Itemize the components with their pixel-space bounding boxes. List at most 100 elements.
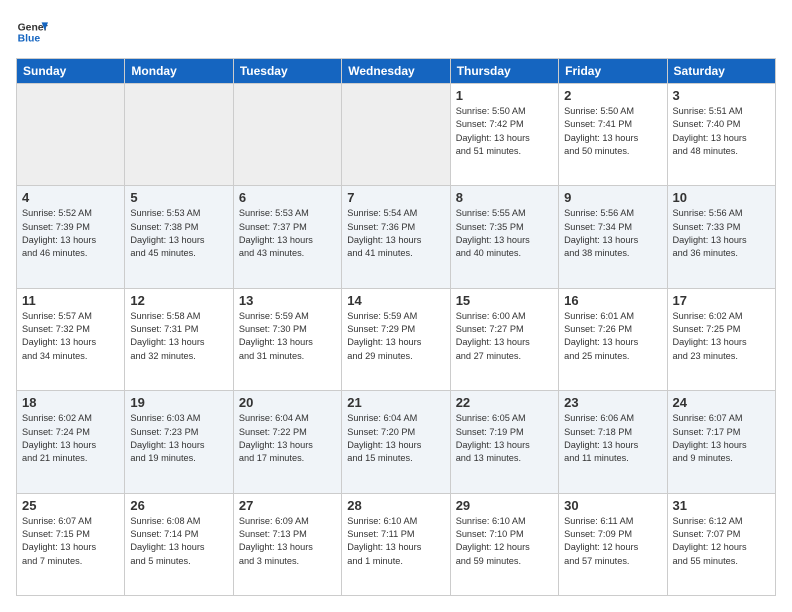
day-info: Sunrise: 5:54 AMSunset: 7:36 PMDaylight:…: [347, 207, 444, 260]
calendar-cell: [17, 84, 125, 186]
calendar-cell: 7 Sunrise: 5:54 AMSunset: 7:36 PMDaylight…: [342, 186, 450, 288]
day-number: 10: [673, 190, 770, 205]
day-header-thursday: Thursday: [450, 59, 558, 84]
day-number: 14: [347, 293, 444, 308]
day-number: 29: [456, 498, 553, 513]
calendar-cell: 24 Sunrise: 6:07 AMSunset: 7:17 PMDayligh…: [667, 391, 775, 493]
day-number: 13: [239, 293, 336, 308]
calendar-cell: 13 Sunrise: 5:59 AMSunset: 7:30 PMDayligh…: [233, 288, 341, 390]
calendar-cell: 27 Sunrise: 6:09 AMSunset: 7:13 PMDayligh…: [233, 493, 341, 595]
calendar-week-5: 25 Sunrise: 6:07 AMSunset: 7:15 PMDayligh…: [17, 493, 776, 595]
day-header-wednesday: Wednesday: [342, 59, 450, 84]
day-number: 16: [564, 293, 661, 308]
day-header-tuesday: Tuesday: [233, 59, 341, 84]
day-number: 24: [673, 395, 770, 410]
day-info: Sunrise: 5:56 AMSunset: 7:33 PMDaylight:…: [673, 207, 770, 260]
calendar-header-row: SundayMondayTuesdayWednesdayThursdayFrid…: [17, 59, 776, 84]
day-header-sunday: Sunday: [17, 59, 125, 84]
calendar-cell: 28 Sunrise: 6:10 AMSunset: 7:11 PMDayligh…: [342, 493, 450, 595]
calendar-cell: [125, 84, 233, 186]
calendar-cell: 2 Sunrise: 5:50 AMSunset: 7:41 PMDaylight…: [559, 84, 667, 186]
day-info: Sunrise: 6:01 AMSunset: 7:26 PMDaylight:…: [564, 310, 661, 363]
calendar-cell: 21 Sunrise: 6:04 AMSunset: 7:20 PMDayligh…: [342, 391, 450, 493]
day-header-saturday: Saturday: [667, 59, 775, 84]
day-info: Sunrise: 6:02 AMSunset: 7:25 PMDaylight:…: [673, 310, 770, 363]
day-number: 5: [130, 190, 227, 205]
day-header-monday: Monday: [125, 59, 233, 84]
day-info: Sunrise: 6:00 AMSunset: 7:27 PMDaylight:…: [456, 310, 553, 363]
day-number: 22: [456, 395, 553, 410]
calendar-cell: 20 Sunrise: 6:04 AMSunset: 7:22 PMDayligh…: [233, 391, 341, 493]
day-info: Sunrise: 5:58 AMSunset: 7:31 PMDaylight:…: [130, 310, 227, 363]
day-number: 21: [347, 395, 444, 410]
day-number: 4: [22, 190, 119, 205]
day-info: Sunrise: 6:09 AMSunset: 7:13 PMDaylight:…: [239, 515, 336, 568]
calendar-week-1: 1 Sunrise: 5:50 AMSunset: 7:42 PMDaylight…: [17, 84, 776, 186]
day-info: Sunrise: 5:57 AMSunset: 7:32 PMDaylight:…: [22, 310, 119, 363]
calendar-cell: 30Sunrise: 6:11 AMSunset: 7:09 PMDayligh…: [559, 493, 667, 595]
logo: General Blue: [16, 16, 48, 48]
day-number: 15: [456, 293, 553, 308]
calendar-cell: 11 Sunrise: 5:57 AMSunset: 7:32 PMDayligh…: [17, 288, 125, 390]
day-info: Sunrise: 6:05 AMSunset: 7:19 PMDaylight:…: [456, 412, 553, 465]
calendar-week-3: 11 Sunrise: 5:57 AMSunset: 7:32 PMDayligh…: [17, 288, 776, 390]
day-info: Sunrise: 6:10 AMSunset: 7:11 PMDaylight:…: [347, 515, 444, 568]
day-info: Sunrise: 5:50 AMSunset: 7:41 PMDaylight:…: [564, 105, 661, 158]
day-number: 28: [347, 498, 444, 513]
calendar-cell: 8 Sunrise: 5:55 AMSunset: 7:35 PMDaylight…: [450, 186, 558, 288]
day-info: Sunrise: 6:03 AMSunset: 7:23 PMDaylight:…: [130, 412, 227, 465]
calendar-cell: 22 Sunrise: 6:05 AMSunset: 7:19 PMDayligh…: [450, 391, 558, 493]
calendar-table: SundayMondayTuesdayWednesdayThursdayFrid…: [16, 58, 776, 596]
header: General Blue: [16, 16, 776, 48]
day-info: Sunrise: 6:12 AMSunset: 7:07 PMDaylight:…: [673, 515, 770, 568]
calendar-cell: 31 Sunrise: 6:12 AMSunset: 7:07 PMDayligh…: [667, 493, 775, 595]
day-info: Sunrise: 6:07 AMSunset: 7:17 PMDaylight:…: [673, 412, 770, 465]
day-number: 18: [22, 395, 119, 410]
calendar-cell: 14Sunrise: 5:59 AMSunset: 7:29 PMDayligh…: [342, 288, 450, 390]
day-number: 25: [22, 498, 119, 513]
svg-text:Blue: Blue: [18, 34, 41, 45]
day-number: 20: [239, 395, 336, 410]
day-info: Sunrise: 6:11 AMSunset: 7:09 PMDaylight:…: [564, 515, 661, 568]
day-number: 27: [239, 498, 336, 513]
day-number: 31: [673, 498, 770, 513]
day-info: Sunrise: 6:02 AMSunset: 7:24 PMDaylight:…: [22, 412, 119, 465]
calendar-cell: 6 Sunrise: 5:53 AMSunset: 7:37 PMDaylight…: [233, 186, 341, 288]
day-info: Sunrise: 6:04 AMSunset: 7:20 PMDaylight:…: [347, 412, 444, 465]
day-number: 11: [22, 293, 119, 308]
calendar-cell: 29Sunrise: 6:10 AMSunset: 7:10 PMDayligh…: [450, 493, 558, 595]
day-number: 26: [130, 498, 227, 513]
calendar-cell: 23 Sunrise: 6:06 AMSunset: 7:18 PMDayligh…: [559, 391, 667, 493]
day-header-friday: Friday: [559, 59, 667, 84]
day-number: 7: [347, 190, 444, 205]
day-info: Sunrise: 5:59 AMSunset: 7:30 PMDaylight:…: [239, 310, 336, 363]
calendar-cell: 1 Sunrise: 5:50 AMSunset: 7:42 PMDaylight…: [450, 84, 558, 186]
day-info: Sunrise: 6:07 AMSunset: 7:15 PMDaylight:…: [22, 515, 119, 568]
day-info: Sunrise: 5:53 AMSunset: 7:38 PMDaylight:…: [130, 207, 227, 260]
day-info: Sunrise: 6:04 AMSunset: 7:22 PMDaylight:…: [239, 412, 336, 465]
day-number: 8: [456, 190, 553, 205]
day-number: 9: [564, 190, 661, 205]
day-number: 1: [456, 88, 553, 103]
day-info: Sunrise: 6:08 AMSunset: 7:14 PMDaylight:…: [130, 515, 227, 568]
day-info: Sunrise: 5:51 AMSunset: 7:40 PMDaylight:…: [673, 105, 770, 158]
calendar-cell: 25 Sunrise: 6:07 AMSunset: 7:15 PMDayligh…: [17, 493, 125, 595]
day-info: Sunrise: 5:55 AMSunset: 7:35 PMDaylight:…: [456, 207, 553, 260]
day-number: 6: [239, 190, 336, 205]
calendar-cell: 18 Sunrise: 6:02 AMSunset: 7:24 PMDayligh…: [17, 391, 125, 493]
logo-icon: General Blue: [16, 16, 48, 48]
day-number: 17: [673, 293, 770, 308]
calendar-week-2: 4Sunrise: 5:52 AMSunset: 7:39 PMDaylight…: [17, 186, 776, 288]
day-number: 12: [130, 293, 227, 308]
day-number: 19: [130, 395, 227, 410]
calendar-cell: 12 Sunrise: 5:58 AMSunset: 7:31 PMDayligh…: [125, 288, 233, 390]
day-number: 2: [564, 88, 661, 103]
calendar-cell: [342, 84, 450, 186]
day-info: Sunrise: 6:06 AMSunset: 7:18 PMDaylight:…: [564, 412, 661, 465]
calendar-cell: 3Sunrise: 5:51 AMSunset: 7:40 PMDaylight…: [667, 84, 775, 186]
day-info: Sunrise: 5:50 AMSunset: 7:42 PMDaylight:…: [456, 105, 553, 158]
day-info: Sunrise: 5:53 AMSunset: 7:37 PMDaylight:…: [239, 207, 336, 260]
calendar-cell: [233, 84, 341, 186]
calendar-cell: 26 Sunrise: 6:08 AMSunset: 7:14 PMDayligh…: [125, 493, 233, 595]
day-number: 23: [564, 395, 661, 410]
